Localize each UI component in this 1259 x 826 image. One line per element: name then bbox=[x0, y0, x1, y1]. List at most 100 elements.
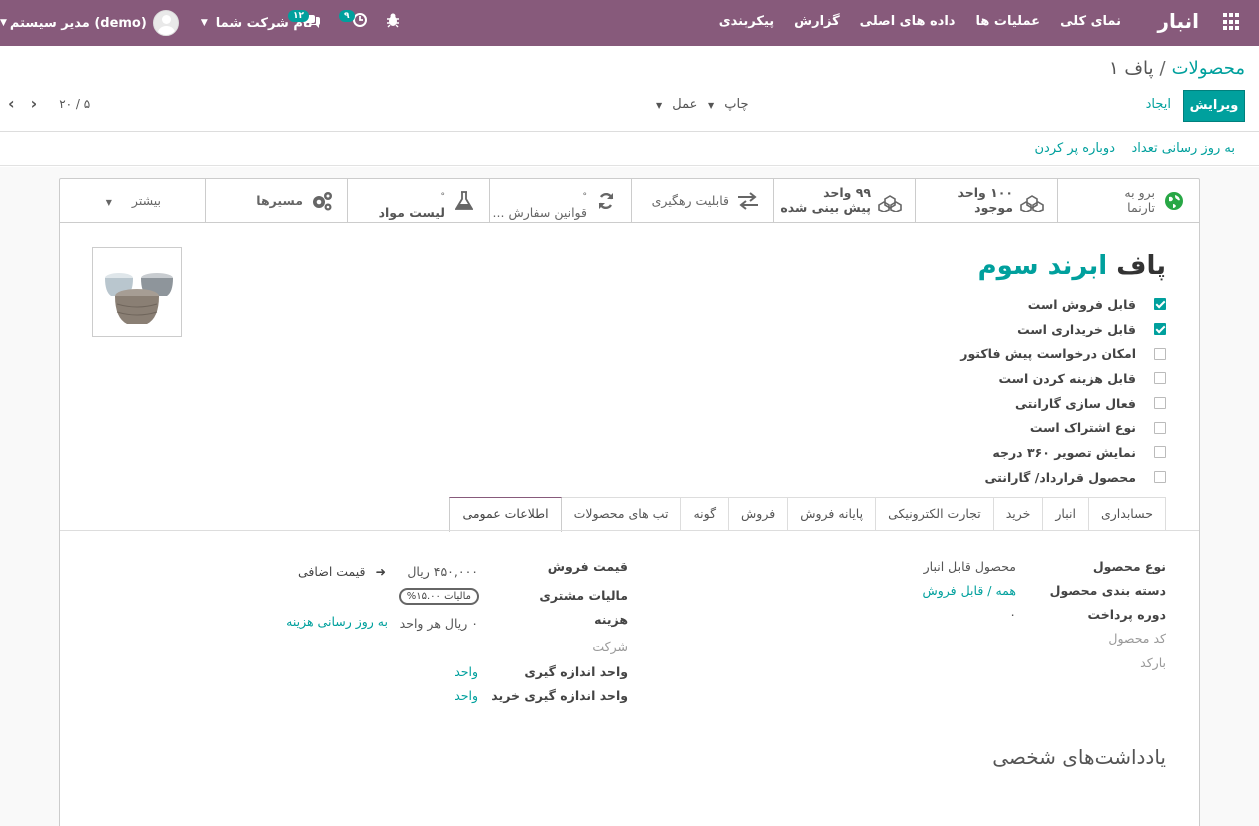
on-hand-smart-button[interactable]: ۱۰۰ واحد موجود bbox=[915, 179, 1057, 223]
breadcrumb-separator: / bbox=[1159, 58, 1166, 79]
reordering-rules-label: ° قوانین سفارش ... bbox=[493, 187, 587, 220]
tab-pos[interactable]: پایانه فروش bbox=[787, 497, 877, 531]
forecast-value: ۹۹ واحد bbox=[823, 185, 871, 200]
edit-button[interactable]: ویرایش bbox=[1183, 90, 1245, 122]
checkbox-subscription[interactable] bbox=[1154, 421, 1166, 434]
forecast-label: پیش بینی شده bbox=[780, 200, 871, 215]
product-image[interactable] bbox=[92, 247, 182, 337]
update-quantity-button[interactable]: به روز رسانی تعداد bbox=[1131, 141, 1235, 156]
tab-accounting[interactable]: حسابداری bbox=[1087, 497, 1166, 531]
app-brand[interactable]: انبار bbox=[1157, 9, 1199, 33]
on-hand-button-text: ۱۰۰ واحد موجود bbox=[957, 185, 1013, 215]
menu-overview[interactable]: نمای کلی bbox=[1060, 14, 1121, 29]
uom-label: واحد اندازه گیری bbox=[524, 664, 628, 679]
reorder-text: قوانین سفارش ... bbox=[492, 205, 587, 220]
check-row-subscription: نوع اشتراک است bbox=[960, 415, 1166, 440]
tab-product-tabs[interactable]: تب های محصولات bbox=[560, 497, 682, 531]
internal-ref-label: کد محصول bbox=[1108, 631, 1166, 646]
on-hand-value: ۱۰۰ واحد bbox=[957, 185, 1013, 200]
payment-period-value[interactable]: ۰ bbox=[1009, 607, 1016, 622]
cogs-icon bbox=[309, 190, 335, 212]
debug-bug-icon[interactable] bbox=[386, 12, 400, 32]
more-smart-button[interactable]: بیشتر ▼ bbox=[62, 179, 205, 223]
sale-price-value[interactable]: ۴۵۰,۰۰۰ ریال bbox=[407, 564, 478, 579]
company-caret-icon[interactable]: ▼ bbox=[201, 18, 208, 28]
bom-smart-button[interactable]: ° لیست مواد bbox=[347, 179, 489, 223]
menu-reporting[interactable]: گزارش bbox=[794, 14, 840, 29]
statusbar: به روز رسانی تعداد دوباره پر کردن bbox=[0, 132, 1259, 166]
checkbox-purchase-ok[interactable] bbox=[1154, 323, 1166, 336]
check-row-warranty: فعال سازی گارانتی bbox=[960, 391, 1166, 416]
label-360: نمایش تصویر ۳۶۰ درجه bbox=[992, 444, 1136, 460]
reordering-rules-smart-button[interactable]: ° قوانین سفارش ... bbox=[489, 179, 631, 223]
barcode-label: بارکد bbox=[1140, 655, 1166, 670]
checkbox-sale-ok[interactable] bbox=[1154, 298, 1166, 311]
reorder-degree-mark: ° bbox=[582, 192, 588, 202]
uom-value[interactable]: واحد bbox=[454, 664, 478, 679]
poufs-photo bbox=[93, 248, 181, 336]
pager-value[interactable]: ۵ / ۲۰ bbox=[59, 97, 90, 111]
traceability-label: قابلیت رهگیری bbox=[651, 193, 729, 208]
payment-period-label: دوره پرداخت bbox=[1087, 607, 1166, 622]
website-line1: برو به bbox=[1124, 185, 1155, 200]
menu-configuration[interactable]: پیکربندی bbox=[719, 14, 774, 29]
breadcrumb: محصولات /پاف ۱ bbox=[1109, 58, 1245, 79]
pager-next-icon[interactable]: › bbox=[31, 96, 38, 112]
product-name-part1: پاف bbox=[1116, 251, 1166, 281]
user-area: ▼ مدیر سیستم (demo) ▼ نام شرکت شما bbox=[0, 8, 313, 38]
website-line2: تارنما bbox=[1127, 200, 1155, 215]
pager-previous-icon[interactable]: ‹ bbox=[8, 96, 15, 112]
forecast-button-text: ۹۹ واحد پیش بینی شده bbox=[780, 185, 871, 215]
smart-button-box: برو به تارنما ۱۰۰ واحد موجود ۹۹ واحد پیش… bbox=[60, 179, 1199, 223]
flask-icon bbox=[451, 190, 477, 212]
product-options: قابل فروش است قابل خریداری است امکان درخ… bbox=[960, 292, 1166, 490]
checkbox-warranty[interactable] bbox=[1154, 397, 1166, 410]
product-name[interactable]: پاف ابرند سوم bbox=[978, 251, 1166, 281]
cost-value[interactable]: ۰ ریال هر واحد bbox=[400, 616, 478, 631]
purchase-uom-value[interactable]: واحد bbox=[454, 688, 478, 703]
activity-count-badge: ۹ bbox=[339, 10, 355, 22]
customer-tax-tag[interactable]: مالیات ۱۵.۰۰% bbox=[398, 588, 479, 605]
tab-sales[interactable]: فروش bbox=[728, 497, 789, 531]
menu-master-data[interactable]: داده های اصلی bbox=[860, 14, 956, 29]
replenish-button[interactable]: دوباره پر کردن bbox=[1035, 141, 1116, 156]
check-row-360: نمایش تصویر ۳۶۰ درجه bbox=[960, 440, 1166, 465]
globe-icon bbox=[1161, 190, 1187, 212]
customer-tax-label: مالیات مشتری bbox=[539, 588, 628, 603]
category-value[interactable]: همه / قابل فروش bbox=[922, 583, 1016, 598]
forecast-smart-button[interactable]: ۹۹ واحد پیش بینی شده bbox=[773, 179, 915, 223]
tab-ecommerce[interactable]: تجارت الکترونیکی bbox=[875, 497, 994, 531]
product-type-label: نوع محصول bbox=[1092, 559, 1166, 574]
label-subscription: نوع اشتراک است bbox=[1029, 420, 1136, 436]
tab-variants[interactable]: گونه bbox=[680, 497, 730, 531]
product-type-value[interactable]: محصول قابل انبار bbox=[924, 559, 1016, 574]
bom-label: لیست مواد bbox=[378, 205, 445, 220]
more-label: بیشتر bbox=[131, 193, 161, 208]
menu-operations[interactable]: عملیات ها bbox=[975, 14, 1040, 29]
checkbox-quotation[interactable] bbox=[1154, 347, 1166, 360]
traceability-smart-button[interactable]: قابلیت رهگیری bbox=[631, 179, 773, 223]
cubes-icon bbox=[877, 190, 903, 212]
user-caret-icon[interactable]: ▼ bbox=[0, 18, 7, 28]
more-caret-icon: ▼ bbox=[105, 198, 112, 207]
checkbox-expense[interactable] bbox=[1154, 372, 1166, 385]
print-dropdown[interactable]: چاپ ▼ bbox=[708, 97, 749, 112]
create-button[interactable]: ایجاد bbox=[1146, 97, 1171, 112]
checkbox-360[interactable] bbox=[1154, 446, 1166, 459]
extra-price-link[interactable]: ➜ قیمت اضافی bbox=[298, 564, 386, 579]
check-row-purchase-ok: قابل خریداری است bbox=[960, 317, 1166, 342]
checkbox-contract[interactable] bbox=[1154, 471, 1166, 484]
routes-smart-button[interactable]: مسیرها bbox=[205, 179, 347, 223]
user-menu[interactable]: مدیر سیستم (demo) bbox=[10, 16, 147, 31]
update-cost-button[interactable]: به روز رسانی هزینه bbox=[286, 614, 388, 629]
apps-grid-icon[interactable] bbox=[1223, 13, 1241, 31]
breadcrumb-products-link[interactable]: محصولات bbox=[1172, 58, 1245, 79]
tab-general-info[interactable]: اطلاعات عمومی bbox=[449, 497, 562, 532]
tab-purchase[interactable]: خرید bbox=[992, 497, 1044, 531]
avatar[interactable] bbox=[152, 10, 179, 36]
action-dropdown[interactable]: عمل ▼ bbox=[656, 97, 697, 112]
tab-inventory[interactable]: انبار bbox=[1042, 497, 1089, 531]
purchase-uom-label: واحد اندازه گیری خرید bbox=[491, 688, 628, 703]
website-smart-button[interactable]: برو به تارنما bbox=[1057, 179, 1199, 223]
refresh-icon bbox=[593, 190, 619, 212]
